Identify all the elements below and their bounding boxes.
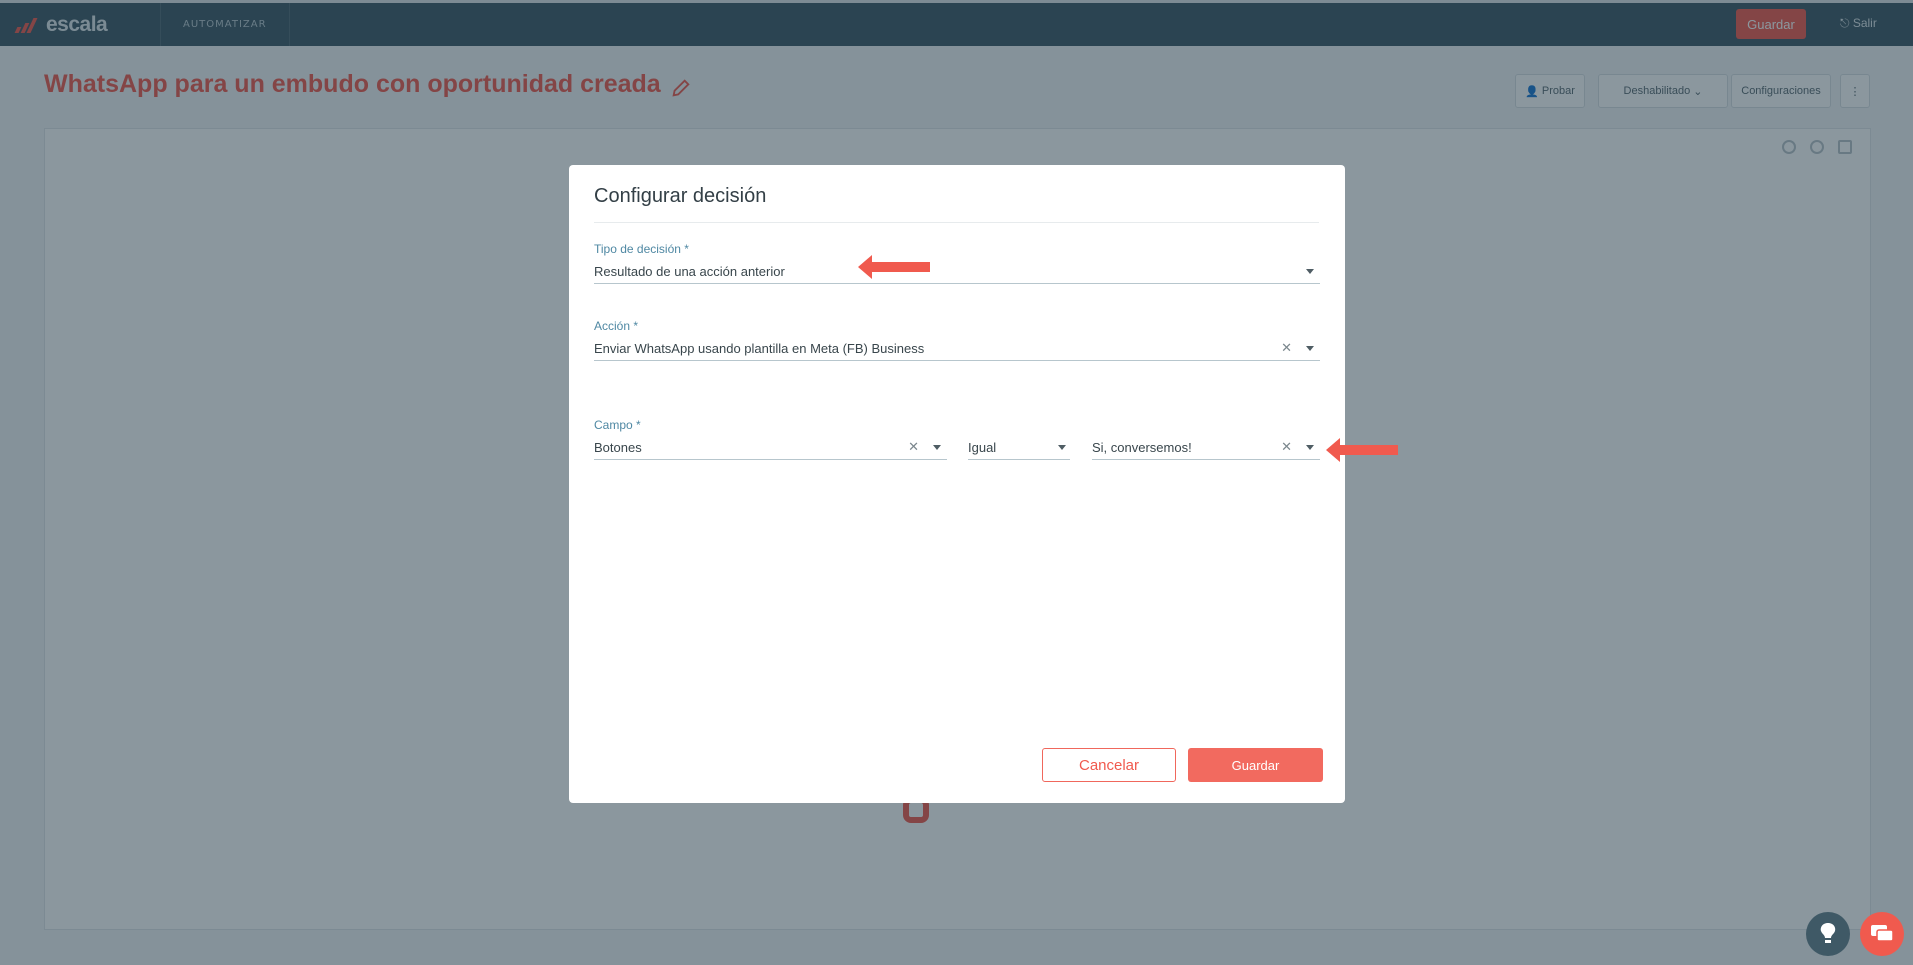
clear-icon[interactable]: ✕: [908, 440, 919, 455]
decision-type-select[interactable]: Tipo de decisión * Resultado de una acci…: [594, 242, 1320, 284]
value-select[interactable]: Si, conversemos! ✕: [1092, 418, 1320, 460]
clear-icon[interactable]: ✕: [1281, 440, 1292, 455]
field-underline: [594, 360, 1320, 361]
dropdown-caret-icon[interactable]: [1058, 445, 1066, 450]
configure-decision-modal: Configurar decisión Tipo de decisión * R…: [569, 165, 1345, 803]
field-underline: [594, 283, 1320, 284]
chat-icon[interactable]: [1860, 912, 1904, 956]
save-button[interactable]: Guardar: [1188, 748, 1323, 782]
field-value: Botones: [594, 440, 642, 455]
action-label: Acción *: [594, 319, 639, 333]
cancel-button[interactable]: Cancelar: [1042, 748, 1176, 782]
decision-type-value: Resultado de una acción anterior: [594, 264, 785, 279]
action-select[interactable]: Acción * Enviar WhatsApp usando plantill…: [594, 319, 1320, 361]
match-value: Si, conversemos!: [1092, 440, 1192, 455]
field-label: Campo *: [594, 418, 641, 432]
action-value: Enviar WhatsApp usando plantilla en Meta…: [594, 341, 925, 356]
operator-value: Igual: [968, 440, 997, 455]
decision-type-label: Tipo de decisión *: [594, 242, 689, 256]
tips-lightbulb-icon[interactable]: [1806, 912, 1850, 956]
dropdown-caret-icon[interactable]: [1306, 346, 1314, 351]
field-select[interactable]: Campo * Botones ✕: [594, 418, 947, 460]
field-underline: [1092, 459, 1320, 460]
field-underline: [594, 459, 947, 460]
dropdown-caret-icon[interactable]: [933, 445, 941, 450]
annotation-arrow-left-icon: [858, 255, 930, 279]
dropdown-caret-icon[interactable]: [1306, 269, 1314, 274]
annotation-arrow-left-icon: [1326, 438, 1398, 462]
operator-select[interactable]: Igual: [968, 418, 1070, 460]
clear-icon[interactable]: ✕: [1281, 341, 1292, 356]
dropdown-caret-icon[interactable]: [1306, 445, 1314, 450]
field-underline: [968, 459, 1070, 460]
divider: [594, 222, 1319, 223]
modal-title: Configurar decisión: [594, 185, 767, 207]
